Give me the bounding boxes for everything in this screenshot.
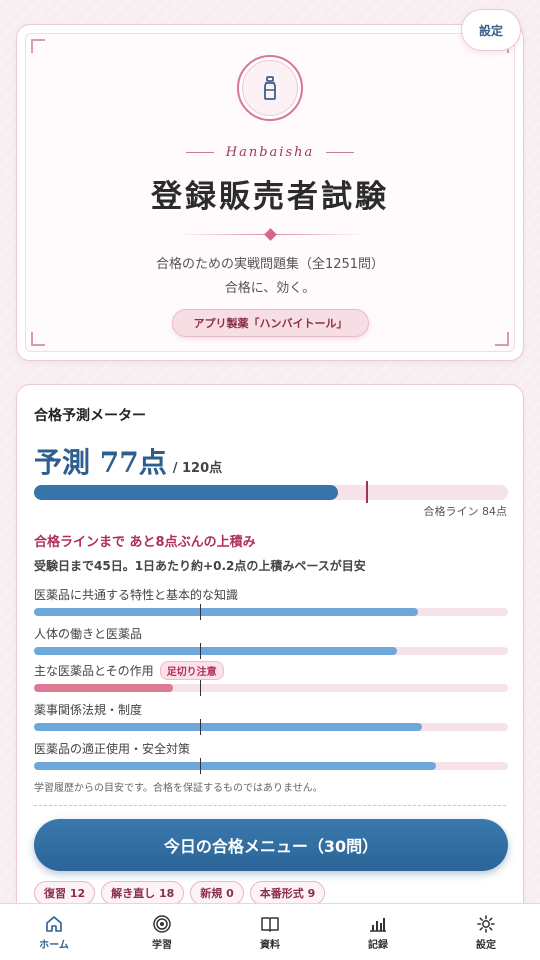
medicine-bottle-icon: [264, 76, 276, 100]
tab-label: 学習: [152, 939, 172, 951]
tab-materials[interactable]: 資料: [216, 904, 324, 960]
menu-breakdown-chips: 復習 12 解き直し 18 新規 0 本番形式 9: [34, 881, 326, 905]
threshold-tick: [199, 719, 201, 735]
today-menu-button[interactable]: 今日の合格メニュー（30問）: [34, 819, 508, 871]
prediction-score: 予測 77点 / 120点: [34, 441, 222, 481]
chip-redo[interactable]: 解き直し 18: [101, 881, 185, 905]
subject-label: 医薬品の適正使用・安全対策: [34, 741, 191, 756]
page-title: 登録販売者試験: [151, 179, 389, 215]
meter-title: 合格予測メーター: [34, 408, 146, 424]
threshold-tick: [199, 604, 201, 620]
subject-row[interactable]: 人体の働きと医薬品: [34, 625, 508, 659]
hero-card: 設定 Hanbaisha 登録販売者試験 合格のための実戦問題集（全1251問）…: [16, 9, 524, 361]
hero-subtitle-row: Hanbaisha: [17, 145, 523, 160]
score-progress-bar: [34, 481, 508, 503]
hero-subtitle: Hanbaisha: [225, 145, 315, 160]
subject-progress-fill: [34, 684, 173, 692]
subject-label: 医薬品に共通する特性と基本的な知識: [34, 587, 239, 602]
corner-ornament: [495, 332, 509, 346]
pass-line-label: 合格ライン 84点: [423, 505, 508, 518]
subject-row[interactable]: 主な医薬品とその作用 足切り注意: [34, 660, 508, 696]
tab-label: 資料: [260, 939, 280, 951]
pass-meter-card: 合格予測メーター 予測 77点 / 120点 合格ライン 84点 合格ラインまで…: [16, 384, 524, 924]
subject-row[interactable]: 薬事関係法規・制度: [34, 701, 508, 735]
prediction-value: 予測 77点: [34, 446, 167, 479]
gear-icon: [477, 914, 495, 933]
target-icon: [153, 914, 171, 933]
decorative-line: [185, 152, 214, 153]
tab-home[interactable]: ホーム: [0, 904, 108, 960]
subject-row[interactable]: 医薬品に共通する特性と基本的な知識: [34, 586, 508, 620]
book-icon: [261, 916, 279, 932]
corner-ornament: [31, 39, 45, 53]
cutoff-warning-badge: 足切り注意: [159, 660, 224, 680]
subject-track: [34, 680, 508, 696]
prediction-total: / 120点: [172, 461, 223, 476]
disclaimer-note: 学習履歴からの目安です。合格を保証するものではありません。: [34, 783, 323, 794]
subject-progress-fill: [34, 762, 436, 770]
subject-row[interactable]: 医薬品の適正使用・安全対策: [34, 740, 508, 774]
chip-review[interactable]: 復習 12: [34, 881, 96, 905]
tab-records[interactable]: 記録: [324, 904, 432, 960]
settings-button[interactable]: 設定: [461, 9, 521, 51]
maker-badge[interactable]: アプリ製薬「ハンバイトール」: [172, 309, 369, 337]
subject-progress-fill: [34, 608, 418, 616]
score-progress-fill: [34, 485, 339, 500]
subject-track: [34, 604, 508, 620]
subject-track: [34, 719, 508, 735]
subject-progress-fill: [34, 647, 398, 655]
threshold-tick: [199, 758, 201, 774]
chip-exam-format[interactable]: 本番形式 9: [249, 881, 326, 905]
subject-track: [34, 758, 508, 774]
hero-tagline: 合格に、効く。: [224, 281, 316, 296]
chip-new[interactable]: 新規 0: [190, 881, 244, 905]
subject-progress-fill: [34, 723, 422, 731]
pass-line-marker: [365, 481, 368, 503]
dashed-divider: [34, 805, 506, 806]
tab-label: ホーム: [39, 939, 69, 951]
subject-label: 人体の働きと医薬品: [34, 626, 143, 641]
tab-label: 記録: [368, 939, 388, 951]
app-emblem: [237, 55, 303, 121]
pace-message: 受験日まで45日。1日あたり約+0.2点の上積みペースが目安: [34, 559, 366, 573]
decorative-line: [326, 152, 355, 153]
subject-label: 主な医薬品とその作用: [34, 663, 154, 678]
threshold-tick: [199, 680, 201, 696]
threshold-tick: [199, 643, 201, 659]
corner-ornament: [31, 332, 45, 346]
tab-study[interactable]: 学習: [108, 904, 216, 960]
gap-message: 合格ラインまで あと8点ぶんの上積み: [34, 535, 256, 550]
hero-description: 合格のための実戦問題集（全1251問）: [155, 257, 385, 272]
subject-track: [34, 643, 508, 659]
tab-label: 設定: [476, 939, 496, 951]
home-icon: [46, 915, 62, 932]
subject-label: 薬事関係法規・制度: [34, 702, 143, 717]
tab-settings[interactable]: 設定: [432, 904, 540, 960]
bar-chart-icon: [370, 917, 386, 932]
bottom-tab-bar: ホーム 学習 資料 記録 設定: [0, 903, 540, 960]
